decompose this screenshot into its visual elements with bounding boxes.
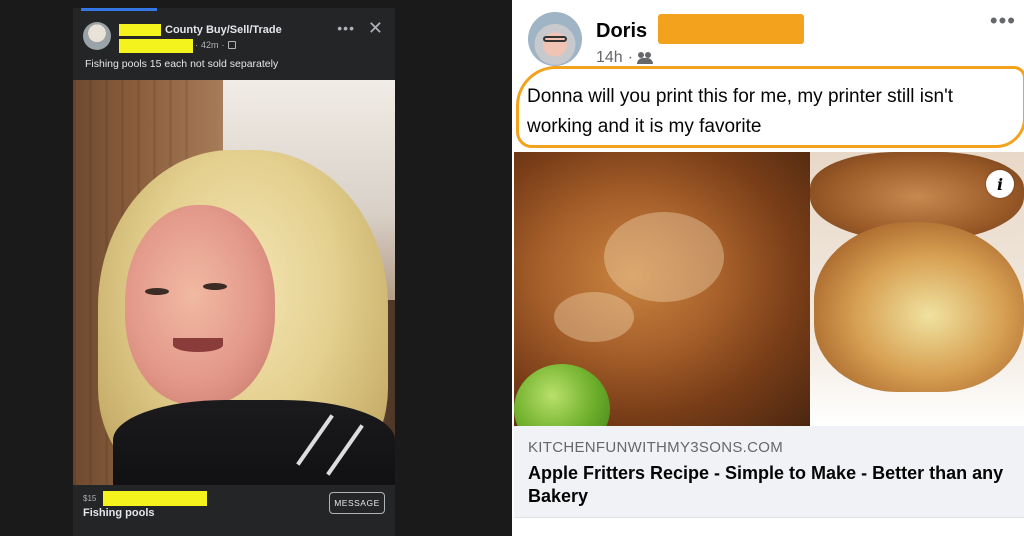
post-time-separator: · [221,40,225,50]
group-name[interactable]: County Buy/Sell/Trade [165,24,282,36]
photo-face [125,205,275,405]
privacy-icon [227,41,236,49]
link-preview[interactable]: KITCHENFUNWITHMY3SONS.COM Apple Fritters… [514,426,1024,518]
more-dots-icon[interactable]: ••• [990,8,1016,34]
more-dots-icon[interactable]: ••• [337,20,355,36]
avatar-glasses [543,36,567,42]
post-meta: · 42m · [195,40,236,50]
glaze-highlight [604,212,724,302]
post-caption: Fishing pools 15 each not sold separatel… [85,58,279,70]
post-text: Donna will you print this for me, my pri… [527,86,953,137]
listing-footer: $15 Fishing pools MESSAGE [73,485,395,528]
listing-price: $15 [83,494,97,503]
green-apple [514,364,610,426]
glaze-highlight [554,292,634,342]
marketplace-screenshot: County Buy/Sell/Trade · 42m · ••• ✕ Fish… [0,0,512,536]
active-tab-indicator [81,8,157,11]
redacted-seller [119,39,193,53]
photo-smile [173,338,223,352]
listing-photo[interactable] [73,80,395,485]
link-domain: KITCHENFUNWITHMY3SONS.COM [528,439,783,456]
redacted-price-detail [103,491,207,506]
listing-title[interactable]: Fishing pools [83,507,155,519]
info-icon[interactable]: i [986,170,1014,198]
post-time: 42m [201,40,219,50]
shirt-stripe [296,414,334,466]
link-title[interactable]: Apple Fritters Recipe - Simple to Make -… [528,462,1018,508]
post-time-separator: · [195,40,198,50]
fritter-photo-left[interactable] [514,152,810,426]
shirt-stripe [326,424,364,476]
redacted-surname [658,14,804,44]
facebook-post: Doris 14h · ••• Donna will you print thi… [512,0,1024,536]
friends-icon [637,52,654,64]
fritter-photo-right[interactable]: i [810,152,1024,426]
avatar[interactable] [528,12,582,66]
fritter-bitten [814,222,1024,392]
photo-shirt [113,400,395,485]
post-header: County Buy/Sell/Trade · 42m · ••• ✕ [83,18,385,62]
marketplace-post-card: County Buy/Sell/Trade · 42m · ••• ✕ Fish… [73,8,395,536]
post-time[interactable]: 14h [596,49,623,67]
redacted-name [119,24,161,36]
post-time-separator: · [627,49,634,66]
author-name[interactable]: Doris [596,20,647,43]
close-icon[interactable]: ✕ [368,18,383,39]
avatar[interactable] [83,22,111,50]
message-button[interactable]: MESSAGE [329,492,385,514]
photo-eye-left [145,288,169,295]
post-meta: 14h · [596,49,654,67]
photo-eye-right [203,283,227,290]
